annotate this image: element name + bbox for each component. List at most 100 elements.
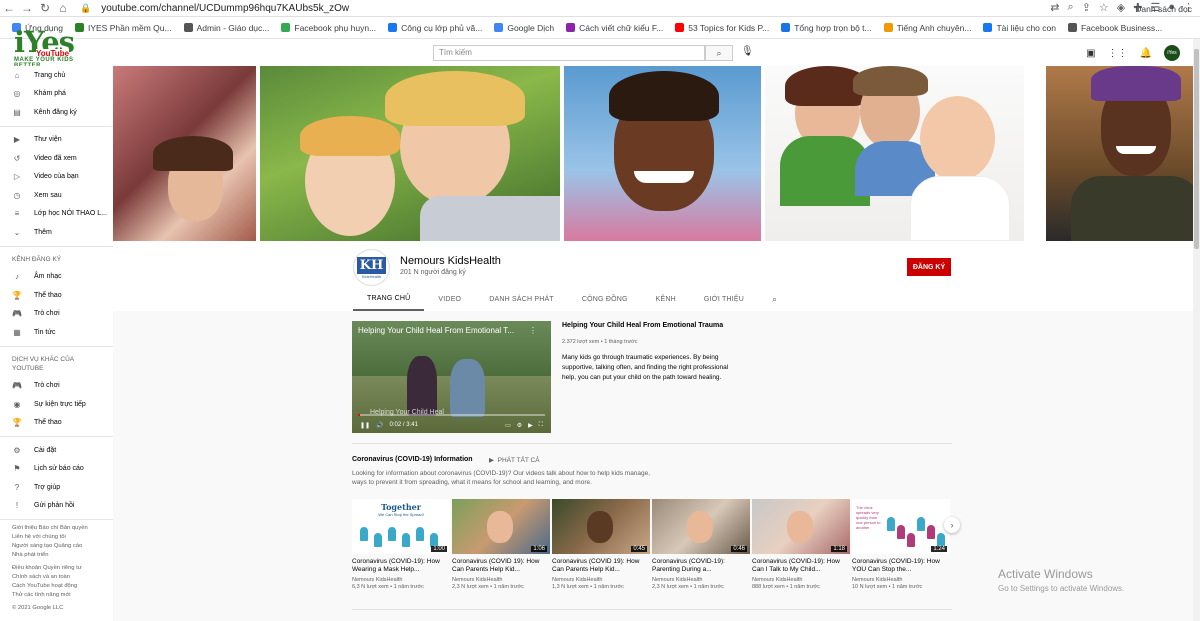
sidebar-item[interactable]: ♪ Âm nhạc: [0, 268, 113, 287]
bookmark-item[interactable]: Google Dịch: [494, 23, 554, 33]
mic-icon[interactable]: 🎙: [741, 46, 754, 57]
video-channel[interactable]: Nemours KidsHealth: [352, 577, 450, 583]
sidebar-item[interactable]: 🏆 Thể thao: [0, 414, 113, 433]
video-channel[interactable]: Nemours KidsHealth: [452, 577, 550, 583]
bookmark-item[interactable]: Cách viết chữ kiểu F...: [566, 23, 663, 33]
video-title[interactable]: Coronavirus (COVID-19): How Can I Talk t…: [752, 558, 850, 574]
bell-icon[interactable]: 🔔: [1140, 48, 1152, 59]
bookmark-item[interactable]: Admin - Giáo dục...: [183, 23, 269, 33]
reload-icon[interactable]: ↻: [36, 0, 54, 16]
youtube-icon[interactable]: ▶: [528, 422, 533, 429]
search-input[interactable]: Tìm kiếm: [433, 45, 705, 61]
video-title[interactable]: Coronavirus (COVID 19): How Can Parents …: [552, 558, 650, 574]
tab-channels[interactable]: KÊNH: [642, 287, 690, 311]
sidebar-item[interactable]: ▤ Kênh đăng ký: [0, 103, 113, 122]
video-title[interactable]: Coronavirus (COVID 19): How Can Parents …: [452, 558, 550, 574]
tab-playlists[interactable]: DANH SÁCH PHÁT: [475, 287, 568, 311]
featured-title[interactable]: Helping Your Child Heal From Emotional T…: [562, 322, 723, 329]
featured-video-player[interactable]: Helping Your Child Heal From Emotional T…: [352, 321, 551, 433]
footer-links[interactable]: Người sáng tạo Quảng cáo: [0, 542, 113, 551]
scrollbar[interactable]: [1193, 39, 1200, 621]
more-options-icon[interactable]: ⋮: [529, 326, 537, 335]
forward-icon[interactable]: →: [18, 0, 36, 16]
sidebar-item[interactable]: ▦ Tin tức: [0, 323, 113, 342]
tab-about[interactable]: GIỚI THIỆU: [690, 287, 758, 311]
playlist-title[interactable]: Coronavirus (COVID-19) Information: [352, 456, 473, 463]
footer-links[interactable]: Điều khoản Quyền riêng tư: [0, 564, 113, 573]
translate-icon[interactable]: ⇄: [1050, 1, 1059, 14]
video-thumbnail[interactable]: 0:45: [552, 499, 650, 554]
sidebar-item[interactable]: ▷ Video của bạn: [0, 168, 113, 187]
avatar[interactable]: iYes: [1164, 45, 1180, 61]
video-thumbnail[interactable]: The virus spreads very quickly from one …: [852, 499, 950, 554]
bookmark-item[interactable]: Tài liệu cho con: [983, 23, 1056, 33]
sidebar-item[interactable]: ! Gửi phản hồi: [0, 497, 113, 516]
channel-logo[interactable]: iYes YouTube MAKE YOUR KIDS BETTER: [14, 27, 94, 69]
video-title[interactable]: Coronavirus (COVID-19): How Wearing a Ma…: [352, 558, 450, 574]
video-card[interactable]: 1:18 Coronavirus (COVID-19): How Can I Ta…: [752, 499, 850, 590]
sidebar-item[interactable]: ⌄ Thêm: [0, 223, 113, 242]
share-icon[interactable]: ⇪: [1082, 1, 1091, 14]
sidebar-item[interactable]: ◉ Sự kiện trực tiếp: [0, 395, 113, 414]
bookmark-item[interactable]: 53 Topics for Kids P...: [675, 23, 769, 33]
play-all-button[interactable]: ▶ PHÁT TẤT CẢ: [489, 456, 540, 464]
subtitles-icon[interactable]: ▭: [505, 422, 511, 429]
sidebar-item[interactable]: ? Trợ giúp: [0, 478, 113, 497]
sidebar-item[interactable]: ◷ Xem sau: [0, 186, 113, 205]
video-thumbnail[interactable]: 0:46: [652, 499, 750, 554]
footer-links[interactable]: Chính sách và an toàn: [0, 573, 113, 582]
create-video-icon[interactable]: ▣: [1086, 48, 1095, 59]
video-title[interactable]: Coronavirus (COVID-19): How YOU Can Stop…: [852, 558, 950, 574]
reading-list[interactable]: Danh sách đọc: [1135, 4, 1192, 14]
back-icon[interactable]: ←: [0, 0, 18, 16]
video-card[interactable]: The virus spreads very quickly from one …: [852, 499, 950, 590]
tab-home[interactable]: TRANG CHỦ: [353, 287, 425, 311]
footer-links[interactable]: Giới thiệu Báo chí Bản quyền: [0, 524, 113, 533]
sidebar-item[interactable]: 🏆 Thể thao: [0, 286, 113, 305]
chevron-right-icon[interactable]: ›: [944, 517, 960, 533]
video-title[interactable]: Coronavirus (COVID-19): Parenting During…: [652, 558, 750, 574]
fullscreen-icon[interactable]: ⛶: [539, 422, 543, 429]
video-channel[interactable]: Nemours KidsHealth: [552, 577, 650, 583]
extension-icon[interactable]: ◈: [1117, 1, 1125, 14]
tab-community[interactable]: CỘNG ĐỒNG: [568, 287, 642, 311]
video-channel[interactable]: Nemours KidsHealth: [652, 577, 750, 583]
video-thumbnail[interactable]: Together We Can Stop the Spread! 1:00: [352, 499, 450, 554]
zoom-icon[interactable]: ⌕: [1068, 1, 1074, 14]
footer-links[interactable]: Thử các tính năng mới: [0, 591, 113, 600]
sidebar-item[interactable]: ◎ Khám phá: [0, 85, 113, 104]
apps-icon[interactable]: ⋮⋮: [1108, 48, 1128, 59]
url-bar[interactable]: youtube.com/channel/UCDummp96hqu7KAUbs5k…: [101, 3, 349, 14]
tab-videos[interactable]: VIDEO: [424, 287, 475, 311]
video-channel[interactable]: Nemours KidsHealth: [752, 577, 850, 583]
pause-icon[interactable]: ❚❚: [360, 422, 370, 429]
scrollbar-thumb[interactable]: [1194, 49, 1199, 249]
video-progress-bar[interactable]: [358, 414, 545, 416]
settings-icon[interactable]: ⚙: [517, 422, 522, 429]
subscribe-button[interactable]: ĐĂNG KÝ: [907, 258, 951, 276]
bookmark-item[interactable]: Tiếng Anh chuyên...: [883, 23, 971, 33]
sidebar-item[interactable]: ▶ Thư viện: [0, 131, 113, 150]
video-thumbnail[interactable]: 1:18: [752, 499, 850, 554]
channel-avatar[interactable]: KH KidsHealth: [353, 249, 390, 286]
sidebar-item[interactable]: ⚙ Cài đặt: [0, 441, 113, 460]
video-channel[interactable]: Nemours KidsHealth: [852, 577, 950, 583]
bookmark-item[interactable]: Facebook phụ huyn...: [281, 23, 376, 33]
bookmark-item[interactable]: Facebook Business...: [1067, 23, 1162, 33]
sidebar-item[interactable]: 🎮 Trò chơi: [0, 377, 113, 396]
video-card[interactable]: 0:46 Coronavirus (COVID-19): Parenting Du…: [652, 499, 750, 590]
sidebar-item[interactable]: ⚑ Lịch sử báo cáo: [0, 460, 113, 479]
search-icon[interactable]: ⌕: [705, 45, 733, 61]
star-icon[interactable]: ☆: [1099, 1, 1109, 14]
video-card[interactable]: 1:06 Coronavirus (COVID 19): How Can Pare…: [452, 499, 550, 590]
bookmark-item[interactable]: Công cụ lớp phủ vă...: [388, 23, 482, 33]
video-card[interactable]: 0:45 Coronavirus (COVID 19): How Can Pare…: [552, 499, 650, 590]
channel-search-icon[interactable]: ⌕: [758, 287, 791, 311]
video-card[interactable]: Together We Can Stop the Spread! 1:00 Coron…: [352, 499, 450, 590]
sidebar-item[interactable]: 🎮 Trò chơi: [0, 305, 113, 324]
footer-links[interactable]: Cách YouTube hoạt động: [0, 582, 113, 591]
volume-icon[interactable]: 🔊: [376, 422, 383, 429]
video-thumbnail[interactable]: 1:06: [452, 499, 550, 554]
sidebar-item[interactable]: ≡ Lớp học NÓI THAO L...: [0, 205, 113, 224]
sidebar-item[interactable]: ⌂ Trang chủ: [0, 66, 113, 85]
